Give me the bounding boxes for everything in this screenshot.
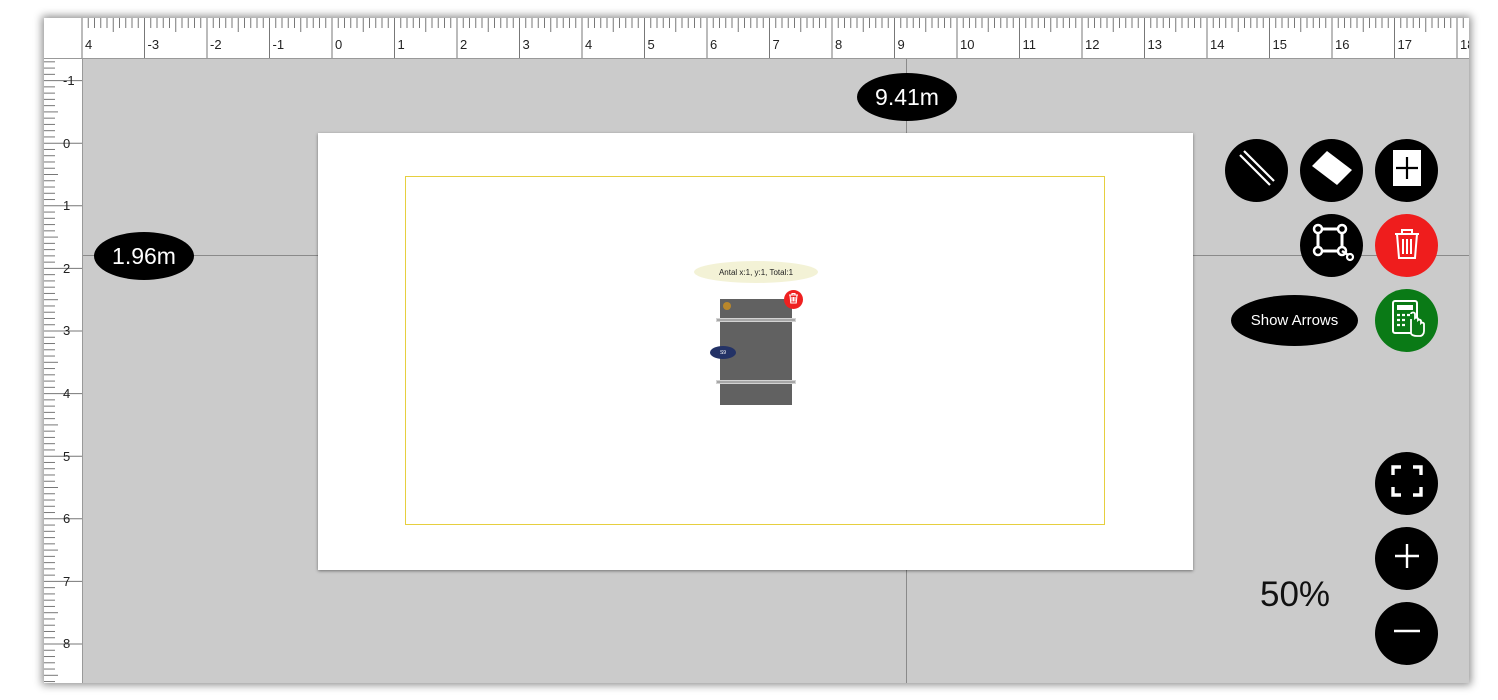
module-delete-button[interactable] [784, 290, 803, 309]
trash-icon [1386, 222, 1428, 269]
add-panel-button[interactable] [1375, 139, 1438, 202]
rotate-tool-button[interactable] [1300, 139, 1363, 202]
ruler-left-label: 8 [63, 636, 71, 652]
fullscreen-button[interactable] [1375, 452, 1438, 515]
zoom-level: 50% [1260, 575, 1331, 614]
ruler-top-label: 14 [1210, 37, 1225, 52]
module-rail-bottom [716, 380, 796, 384]
ruler-top-label: 2 [460, 37, 468, 52]
ruler-top-label: -3 [147, 37, 160, 52]
fullscreen-icon [1385, 459, 1429, 508]
trash-icon [788, 291, 799, 309]
ruler-top-label: 4 [85, 37, 93, 52]
left-ruler: -1 0 1 2 3 4 5 6 7 8 [44, 18, 83, 683]
ruler-top-label: 12 [1085, 37, 1100, 52]
ruler-left-label: 0 [63, 135, 71, 151]
ruler-top-label: 9 [897, 37, 905, 52]
ruler-top-label: 7 [772, 37, 780, 52]
selection-group-icon [1307, 218, 1357, 273]
ruler-left-label: -1 [63, 73, 75, 88]
ruler-left-label: 5 [63, 448, 71, 464]
calculator-hand-icon [1384, 295, 1430, 346]
count-label: Antal x:1, y:1, Total:1 [694, 261, 818, 283]
ruler-top-label: -2 [210, 37, 222, 52]
line-tool-button[interactable] [1225, 139, 1288, 202]
panel-sheet[interactable]: Antal x:1, y:1, Total:1 S9 [318, 133, 1193, 570]
ruler-top-label: 5 [647, 37, 655, 52]
minus-icon [1387, 611, 1427, 656]
ruler-top-label: 15 [1272, 37, 1287, 52]
ruler-top-label: 18 [1460, 37, 1469, 52]
width-dimension-label: 9.41m [857, 73, 957, 121]
ruler-top-label: -1 [272, 37, 285, 52]
ruler-left-label: 2 [63, 260, 71, 276]
show-arrows-button[interactable]: Show Arrows [1231, 295, 1358, 346]
ruler-left-label: 3 [63, 323, 71, 339]
top-ruler: 4-3-2-10123456789101112131415161718 [44, 18, 1469, 59]
plus-icon [1387, 536, 1427, 581]
diagonal-line-icon [1232, 143, 1282, 198]
ruler-left-label: 1 [63, 198, 71, 214]
module-tag[interactable]: S9 [710, 346, 736, 359]
ruler-top-label: 13 [1147, 37, 1162, 52]
ruler-top-label: 16 [1335, 37, 1350, 52]
module-rail-top [716, 318, 796, 322]
design-canvas[interactable]: 4-3-2-10123456789101112131415161718 -101… [44, 18, 1469, 683]
height-dimension-label: 1.96m [94, 232, 194, 280]
delete-button[interactable] [1375, 214, 1438, 277]
ruler-left-label: 4 [63, 386, 71, 401]
ruler-top-label: 3 [522, 37, 530, 52]
ruler-left-label: 6 [63, 511, 71, 527]
add-panel-icon [1382, 143, 1432, 198]
calculator-button[interactable] [1375, 289, 1438, 352]
ruler-top-label: 11 [1022, 37, 1037, 52]
ruler-top-label: 17 [1397, 37, 1412, 52]
ruler-top-label: 4 [585, 37, 593, 52]
select-group-button[interactable] [1300, 214, 1363, 277]
ruler-top-label: 1 [397, 37, 405, 52]
ruler-left-label: 7 [63, 573, 71, 589]
ruler-top-label: 0 [335, 37, 343, 52]
rotated-square-icon [1307, 143, 1357, 198]
module-handle-dot[interactable] [723, 302, 731, 310]
zoom-out-button[interactable] [1375, 602, 1438, 665]
ruler-top-label: 10 [960, 37, 975, 52]
module-block[interactable]: S9 [710, 290, 803, 405]
zoom-in-button[interactable] [1375, 527, 1438, 590]
ruler-top-label: 6 [710, 37, 718, 52]
ruler-top-label: 8 [835, 37, 843, 52]
